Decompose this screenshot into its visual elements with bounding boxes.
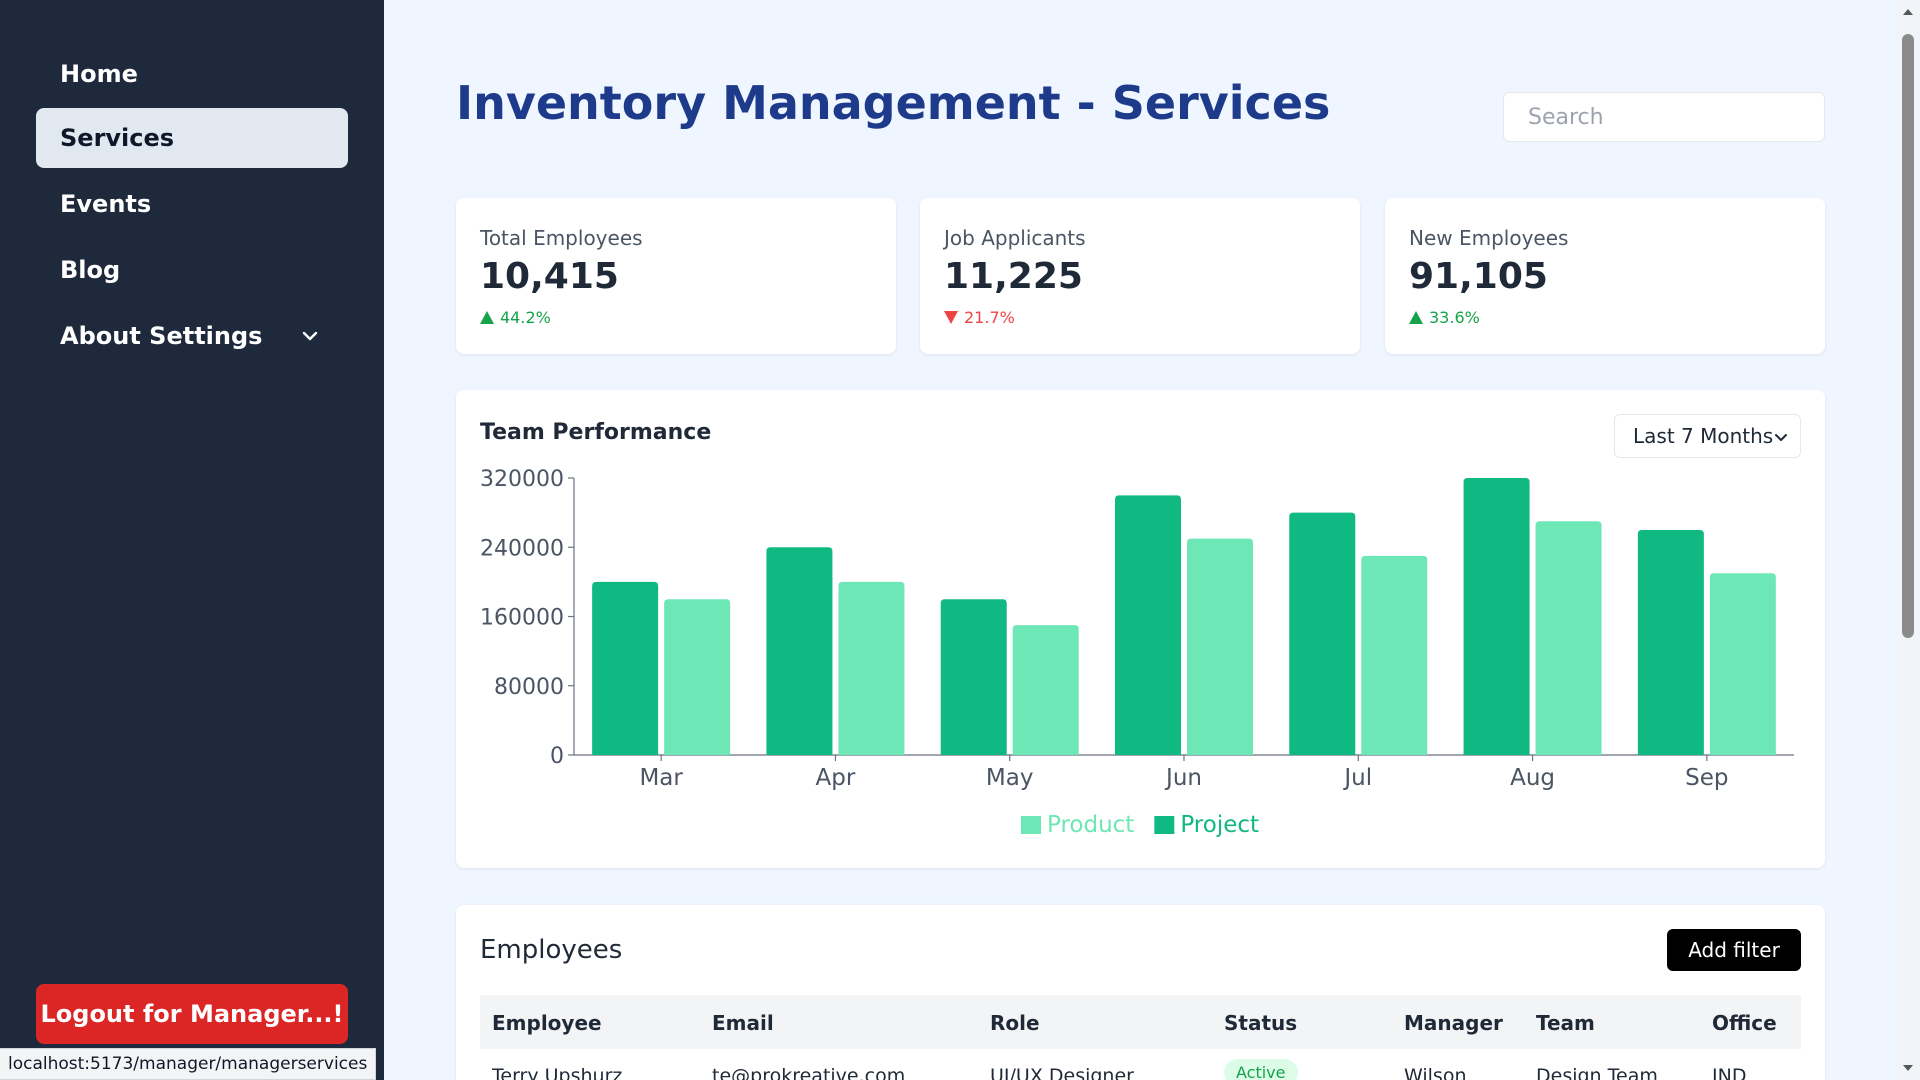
chart-title: Team Performance	[480, 420, 712, 445]
stat-label: Total Employees	[480, 226, 643, 250]
stat-card-new-employees: New Employees 91,105 33.6%	[1385, 198, 1825, 354]
x-tick-label: Sep	[1685, 765, 1728, 791]
stat-delta: 33.6%	[1409, 308, 1480, 327]
x-tick-label: Mar	[639, 765, 683, 791]
stat-delta: 21.7%	[944, 308, 1015, 327]
cell-employee: Terry Upshurz	[492, 1065, 623, 1080]
search-input[interactable]	[1503, 92, 1825, 142]
stat-delta-value: 21.7%	[964, 308, 1015, 327]
x-tick-label: Jun	[1164, 765, 1202, 791]
logout-button[interactable]: Logout for Manager...!	[36, 984, 348, 1044]
stat-value: 91,105	[1409, 256, 1548, 297]
bar-project-sep	[1637, 529, 1704, 755]
employees-panel: Employees Add filter Employee Email Role…	[456, 905, 1825, 1080]
sidebar-item-events[interactable]: Events	[36, 174, 348, 234]
stat-delta-value: 44.2%	[500, 308, 551, 327]
legend-label-project: Project	[1180, 812, 1259, 838]
bar-project-mar	[592, 581, 659, 755]
column-header-email[interactable]: Email	[712, 1011, 774, 1035]
cell-manager: Wilson	[1404, 1065, 1467, 1080]
y-tick-label: 80000	[494, 675, 564, 700]
y-tick-label: 0	[550, 744, 564, 769]
cell-role: UI/UX Designer	[990, 1065, 1134, 1080]
employees-title: Employees	[480, 935, 623, 965]
bar-product-sep	[1709, 573, 1776, 755]
stat-value: 10,415	[480, 256, 619, 297]
legend-label-product: Product	[1047, 812, 1134, 838]
stat-value: 11,225	[944, 256, 1083, 297]
stat-card-total-employees: Total Employees 10,415 44.2%	[456, 198, 896, 354]
scrollbar-thumb[interactable]	[1902, 34, 1914, 638]
status-bar-url: localhost:5173/manager/managerservices	[0, 1048, 377, 1080]
cell-office: IND	[1712, 1065, 1747, 1080]
stat-delta: 44.2%	[480, 308, 551, 327]
bar-product-aug	[1535, 521, 1602, 755]
stat-card-job-applicants: Job Applicants 11,225 21.7%	[920, 198, 1360, 354]
page-title: Inventory Management - Services	[456, 76, 1331, 130]
chevron-down-icon	[302, 331, 318, 341]
x-tick-label: Aug	[1510, 765, 1555, 791]
bar-product-may	[1012, 625, 1079, 755]
column-header-employee[interactable]: Employee	[492, 1011, 602, 1035]
sidebar-item-blog[interactable]: Blog	[36, 240, 348, 300]
x-tick-label: Apr	[816, 765, 856, 791]
bar-product-jul	[1361, 555, 1428, 755]
y-tick-label: 160000	[480, 606, 564, 631]
stat-label: New Employees	[1409, 226, 1569, 250]
stat-label: Job Applicants	[944, 226, 1086, 250]
column-header-office[interactable]: Office	[1712, 1011, 1777, 1035]
column-header-status[interactable]: Status	[1224, 1011, 1297, 1035]
table-header	[480, 995, 1801, 1049]
sidebar-item-services[interactable]: Services	[36, 108, 348, 168]
range-select[interactable]: Last 7 Months	[1614, 414, 1801, 458]
team-performance-chart: 0 80000 160000 240000 320000 Mar Apr May Jun Jul A…	[480, 467, 1794, 838]
legend-swatch-project	[1154, 816, 1175, 834]
legend-swatch-product	[1021, 816, 1041, 834]
stat-delta-value: 33.6%	[1429, 308, 1480, 327]
bar-project-jul	[1289, 512, 1356, 755]
triangle-up-icon	[480, 311, 494, 324]
triangle-up-icon	[1409, 311, 1423, 324]
x-tick-label: Jul	[1342, 765, 1372, 791]
cell-team: Design Team	[1536, 1065, 1658, 1080]
sidebar-item-home[interactable]: Home	[36, 44, 348, 104]
y-tick-label: 320000	[480, 467, 564, 492]
scroll-up-icon[interactable]	[1902, 6, 1914, 18]
team-performance-panel: 0 80000 160000 240000 320000 Mar Apr May Jun Jul A…	[456, 390, 1825, 868]
cell-email: te@prokreative.com	[712, 1065, 906, 1080]
range-select-value: Last 7 Months	[1633, 424, 1774, 448]
add-filter-button[interactable]: Add filter	[1667, 929, 1801, 971]
sidebar-item-label: About Settings	[60, 322, 263, 350]
bar-project-aug	[1463, 478, 1530, 755]
status-badge: Active	[1224, 1059, 1298, 1080]
sidebar: Home Services Events Blog About Settings…	[0, 0, 384, 1080]
y-tick-label: 240000	[480, 536, 564, 561]
column-header-role[interactable]: Role	[990, 1011, 1040, 1035]
scroll-down-icon[interactable]	[1902, 1062, 1914, 1074]
bar-product-jun	[1187, 538, 1253, 755]
bar-product-apr	[838, 581, 905, 755]
chevron-down-icon	[1775, 434, 1787, 441]
bar-project-jun	[1115, 495, 1181, 755]
column-header-manager[interactable]: Manager	[1404, 1011, 1503, 1035]
sidebar-item-about-settings[interactable]: About Settings	[36, 306, 348, 366]
column-header-team[interactable]: Team	[1536, 1011, 1595, 1035]
bar-project-apr	[766, 547, 833, 755]
page-scrollbar[interactable]	[1896, 0, 1920, 1080]
x-tick-label: May	[986, 765, 1034, 791]
bar-product-mar	[664, 599, 731, 755]
bar-project-may	[940, 599, 1007, 755]
triangle-down-icon	[944, 311, 958, 324]
